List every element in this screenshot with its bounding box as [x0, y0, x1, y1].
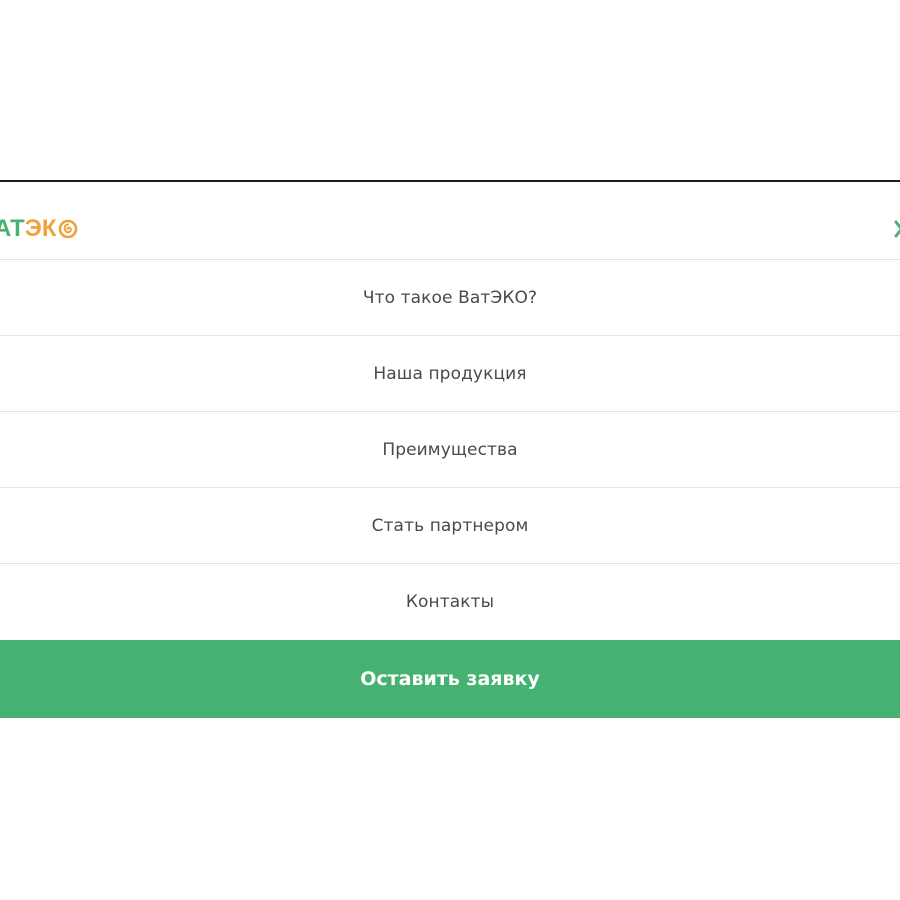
menu-item-label: Стать партнером	[371, 515, 529, 536]
menu-item-label: Что такое ВатЭКО?	[362, 287, 538, 308]
submit-request-label: Оставить заявку	[360, 668, 540, 690]
navigation-menu: Что такое ВатЭКО? Наша продукция Преимущ…	[0, 260, 900, 640]
menu-item-about[interactable]: Что такое ВатЭКО?	[0, 260, 900, 336]
logo-text-green: АТ	[0, 215, 25, 242]
menu-item-contacts[interactable]: Контакты	[0, 564, 900, 640]
menu-header: АТ ЭК	[0, 182, 900, 260]
logo-text-orange: ЭК	[24, 215, 57, 242]
menu-item-products[interactable]: Наша продукция	[0, 336, 900, 412]
menu-item-partner[interactable]: Стать партнером	[0, 488, 900, 564]
menu-item-label: Наша продукция	[373, 363, 527, 384]
brand-logo[interactable]: АТ ЭК	[0, 216, 78, 242]
submit-request-button[interactable]: Оставить заявку	[0, 640, 900, 718]
mobile-menu-page: АТ ЭК Что такое ВатЭКО? Наша продукция П…	[0, 0, 900, 900]
swirl-o-icon	[58, 219, 78, 239]
menu-item-advantages[interactable]: Преимущества	[0, 412, 900, 488]
menu-item-label: Контакты	[405, 592, 495, 612]
close-icon[interactable]	[893, 218, 900, 240]
menu-item-label: Преимущества	[382, 439, 518, 460]
